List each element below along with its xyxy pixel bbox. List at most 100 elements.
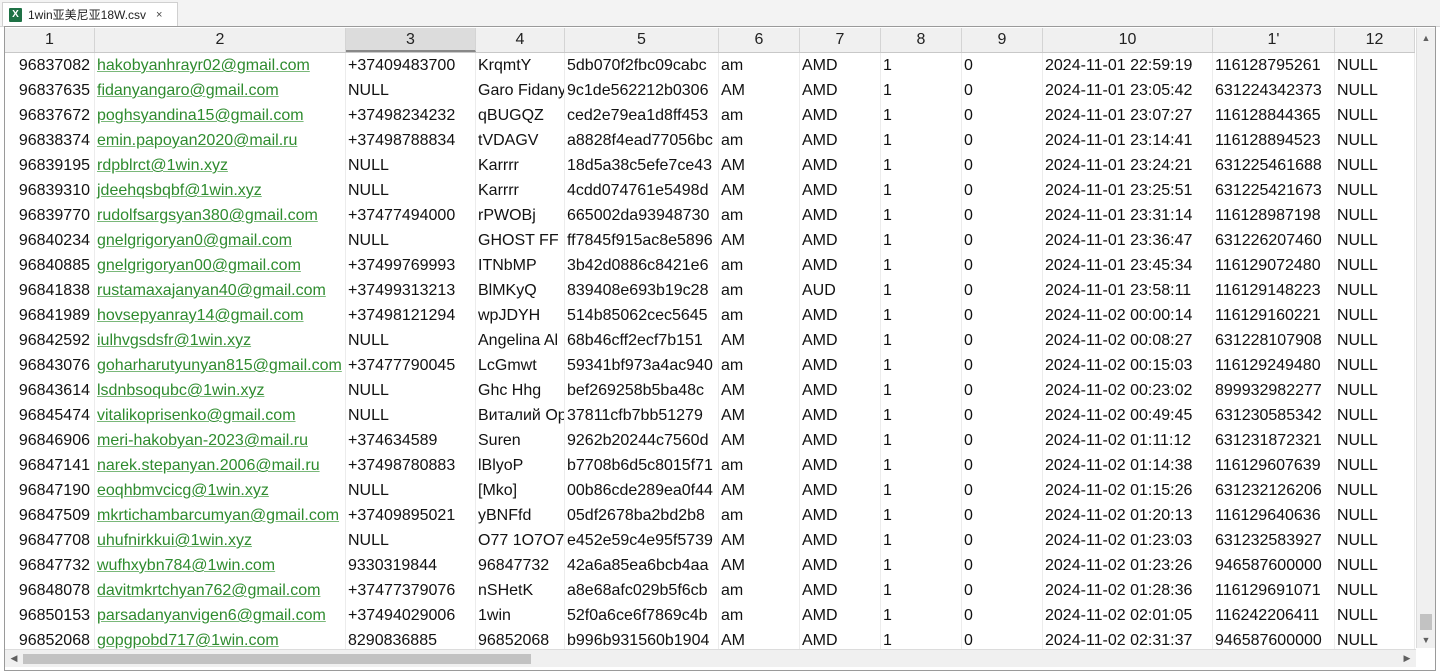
col-extra-cell[interactable]: NULL (1335, 403, 1415, 428)
col-country-cell[interactable]: am (719, 203, 800, 228)
col-extra-cell[interactable]: NULL (1335, 53, 1415, 78)
col-flag-b-cell[interactable]: 0 (962, 378, 1043, 403)
col-hash-cell[interactable]: a8e68afc029b5f6cb (565, 578, 719, 603)
col-hash-cell[interactable]: 839408e693b19c28 (565, 278, 719, 303)
column-header-8[interactable]: 8 (881, 28, 962, 52)
col-currency-cell[interactable]: AMD (800, 403, 881, 428)
col-hash-cell[interactable]: 59341bf973a4ac940 (565, 353, 719, 378)
col-flag-b-cell[interactable]: 0 (962, 403, 1043, 428)
col-currency-cell[interactable]: AMD (800, 603, 881, 628)
col-currency-cell[interactable]: AMD (800, 153, 881, 178)
col-name-cell[interactable]: Garo Fidany (476, 78, 565, 103)
col-currency-cell[interactable]: AMD (800, 503, 881, 528)
col-flag-a-cell[interactable]: 1 (881, 303, 962, 328)
col-id-cell[interactable]: 96846906 (5, 428, 95, 453)
col-country-cell[interactable]: am (719, 253, 800, 278)
col-email-cell[interactable]: narek.stepanyan.2006@mail.ru (95, 453, 346, 478)
col-flag-a-cell[interactable]: 1 (881, 578, 962, 603)
col-extra-cell[interactable]: NULL (1335, 378, 1415, 403)
col-flag-b-cell[interactable]: 0 (962, 353, 1043, 378)
col-id-cell[interactable]: 96848078 (5, 578, 95, 603)
col-email-cell[interactable]: mkrtichambarcumyan@gmail.com (95, 503, 346, 528)
col-name-cell[interactable]: wpJDYH (476, 303, 565, 328)
col-flag-a-cell[interactable]: 1 (881, 378, 962, 403)
col-country-cell[interactable]: AM (719, 378, 800, 403)
col-name-cell[interactable]: tVDAGV (476, 128, 565, 153)
col-phone-cell[interactable]: NULL (346, 178, 476, 203)
col-hash-cell[interactable]: ff7845f915ac8e5896 (565, 228, 719, 253)
col-email-cell[interactable]: hovsepyanray14@gmail.com (95, 303, 346, 328)
col-email-cell[interactable]: lsdnbsoqubc@1win.xyz (95, 378, 346, 403)
col-phone-cell[interactable]: NULL (346, 153, 476, 178)
col-hash-cell[interactable]: 42a6a85ea6bcb4aa (565, 553, 719, 578)
col-email-cell[interactable]: rdpblrct@1win.xyz (95, 153, 346, 178)
col-flag-b-cell[interactable]: 0 (962, 503, 1043, 528)
column-header-5[interactable]: 5 (565, 28, 719, 52)
col-flag-b-cell[interactable]: 0 (962, 553, 1043, 578)
col-name-cell[interactable]: Karrrr (476, 153, 565, 178)
horizontal-scroll-thumb[interactable] (23, 654, 531, 664)
col-flag-b-cell[interactable]: 0 (962, 128, 1043, 153)
col-extra-cell[interactable]: NULL (1335, 478, 1415, 503)
col-datetime-cell[interactable]: 2024-11-02 01:11:12 (1043, 428, 1213, 453)
col-email-cell[interactable]: gopgpobd717@1win.com (95, 628, 346, 649)
col-flag-b-cell[interactable]: 0 (962, 203, 1043, 228)
col-email-cell[interactable]: goharharutyunyan815@gmail.com (95, 353, 346, 378)
col-number-cell[interactable]: 116128894523 (1213, 128, 1335, 153)
col-datetime-cell[interactable]: 2024-11-02 01:14:38 (1043, 453, 1213, 478)
col-hash-cell[interactable]: 5db070f2fbc09cabc (565, 53, 719, 78)
col-country-cell[interactable]: AM (719, 628, 800, 649)
col-currency-cell[interactable]: AMD (800, 203, 881, 228)
col-id-cell[interactable]: 96842592 (5, 328, 95, 353)
col-extra-cell[interactable]: NULL (1335, 78, 1415, 103)
col-flag-b-cell[interactable]: 0 (962, 603, 1043, 628)
col-flag-b-cell[interactable]: 0 (962, 278, 1043, 303)
col-phone-cell[interactable]: +37499313213 (346, 278, 476, 303)
col-phone-cell[interactable]: NULL (346, 228, 476, 253)
col-flag-b-cell[interactable]: 0 (962, 228, 1043, 253)
col-number-cell[interactable]: 116128795261 (1213, 53, 1335, 78)
col-flag-a-cell[interactable]: 1 (881, 128, 962, 153)
col-datetime-cell[interactable]: 2024-11-01 23:31:14 (1043, 203, 1213, 228)
col-number-cell[interactable]: 116129607639 (1213, 453, 1335, 478)
col-id-cell[interactable]: 96839195 (5, 153, 95, 178)
col-country-cell[interactable]: am (719, 303, 800, 328)
col-datetime-cell[interactable]: 2024-11-01 23:36:47 (1043, 228, 1213, 253)
col-email-cell[interactable]: parsadanyanvigen6@gmail.com (95, 603, 346, 628)
col-phone-cell[interactable]: +37477494000 (346, 203, 476, 228)
scroll-down-icon[interactable]: ▼ (1417, 632, 1435, 648)
col-email-cell[interactable]: rustamaxajanyan40@gmail.com (95, 278, 346, 303)
col-hash-cell[interactable]: bef269258b5ba48c (565, 378, 719, 403)
col-extra-cell[interactable]: NULL (1335, 328, 1415, 353)
col-id-cell[interactable]: 96839310 (5, 178, 95, 203)
col-phone-cell[interactable]: +374634589 (346, 428, 476, 453)
col-email-cell[interactable]: wufhxybn784@1win.com (95, 553, 346, 578)
col-number-cell[interactable]: 946587600000 (1213, 628, 1335, 649)
col-datetime-cell[interactable]: 2024-11-01 23:07:27 (1043, 103, 1213, 128)
col-hash-cell[interactable]: ced2e79ea1d8ff453 (565, 103, 719, 128)
col-email-cell[interactable]: hakobyanhrayr02@gmail.com (95, 53, 346, 78)
col-phone-cell[interactable]: +37494029006 (346, 603, 476, 628)
column-header-3[interactable]: 3 (346, 28, 476, 52)
col-number-cell[interactable]: 116129691071 (1213, 578, 1335, 603)
col-flag-b-cell[interactable]: 0 (962, 78, 1043, 103)
col-id-cell[interactable]: 96850153 (5, 603, 95, 628)
col-datetime-cell[interactable]: 2024-11-02 01:20:13 (1043, 503, 1213, 528)
col-name-cell[interactable]: BlMKyQ (476, 278, 565, 303)
horizontal-scrollbar[interactable]: ◀ ▶ (5, 649, 1416, 667)
col-country-cell[interactable]: AM (719, 153, 800, 178)
col-flag-b-cell[interactable]: 0 (962, 478, 1043, 503)
col-hash-cell[interactable]: 37811cfb7bb51279 (565, 403, 719, 428)
col-name-cell[interactable]: rPWOBj (476, 203, 565, 228)
col-currency-cell[interactable]: AMD (800, 378, 881, 403)
col-hash-cell[interactable]: 18d5a38c5efe7ce43 (565, 153, 719, 178)
col-flag-a-cell[interactable]: 1 (881, 328, 962, 353)
col-id-cell[interactable]: 96838374 (5, 128, 95, 153)
col-flag-a-cell[interactable]: 1 (881, 528, 962, 553)
col-currency-cell[interactable]: AMD (800, 578, 881, 603)
col-flag-a-cell[interactable]: 1 (881, 453, 962, 478)
col-name-cell[interactable]: ITNbMP (476, 253, 565, 278)
col-datetime-cell[interactable]: 2024-11-02 00:23:02 (1043, 378, 1213, 403)
col-hash-cell[interactable]: 514b85062cec5645 (565, 303, 719, 328)
col-id-cell[interactable]: 96837082 (5, 53, 95, 78)
